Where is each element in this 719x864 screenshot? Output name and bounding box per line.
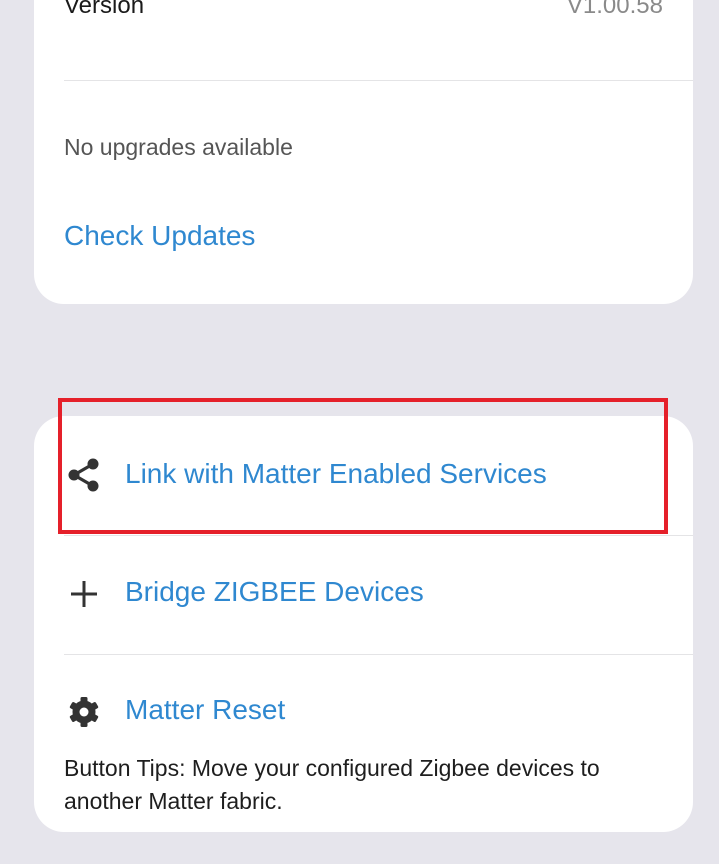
button-tips-text: Button Tips: Move your configured Zigbee… — [64, 755, 600, 814]
divider — [64, 654, 693, 655]
matter-card: Link with Matter Enabled Services Bridge… — [34, 416, 693, 832]
version-value: V1.00.58 — [566, 0, 663, 19]
firmware-card: Version V1.00.58 No upgrades available C… — [34, 0, 693, 304]
matter-reset-button[interactable]: Matter Reset — [34, 656, 693, 742]
plus-icon — [66, 576, 102, 612]
upgrade-status-text: No upgrades available — [64, 134, 293, 160]
share-icon — [66, 457, 102, 493]
version-label: Version — [64, 0, 145, 19]
bridge-zigbee-devices-label: Bridge ZIGBEE Devices — [125, 576, 424, 607]
matter-reset-label: Matter Reset — [125, 694, 286, 725]
divider — [64, 80, 693, 81]
link-matter-services-label: Link with Matter Enabled Services — [125, 458, 547, 489]
version-row: Version V1.00.58 — [64, 0, 663, 32]
gear-icon — [66, 694, 102, 730]
link-matter-services-button[interactable]: Link with Matter Enabled Services — [34, 416, 693, 534]
check-updates-button[interactable]: Check Updates — [64, 220, 255, 252]
bridge-zigbee-devices-button[interactable]: Bridge ZIGBEE Devices — [34, 536, 693, 654]
